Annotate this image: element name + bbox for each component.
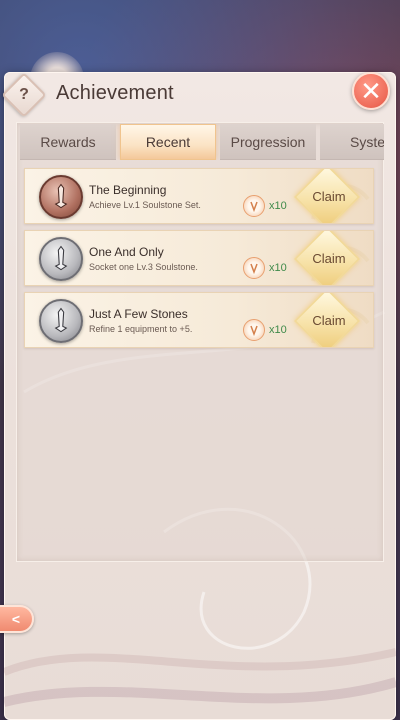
reward-token-icon bbox=[243, 195, 265, 217]
achievement-description: Achieve Lv.1 Soulstone Set. bbox=[89, 200, 201, 210]
achievement-item: One And Only Socket one Lv.3 Soulstone. … bbox=[24, 230, 374, 286]
reward-quantity: x10 bbox=[269, 324, 287, 336]
achievement-title: One And Only bbox=[89, 245, 164, 259]
close-button[interactable]: ✕ bbox=[352, 72, 390, 110]
achievement-title: Just A Few Stones bbox=[89, 307, 188, 321]
achievement-description: Socket one Lv.3 Soulstone. bbox=[89, 262, 198, 272]
back-arrow-icon: < bbox=[11, 611, 21, 627]
page-title: Achievement bbox=[56, 82, 174, 104]
tab-bar: Rewards Recent Progression System bbox=[20, 124, 384, 160]
sword-medal-icon bbox=[39, 237, 83, 281]
tab-progression[interactable]: Progression bbox=[220, 124, 316, 160]
achievement-description: Refine 1 equipment to +5. bbox=[89, 324, 193, 334]
achievement-list: The Beginning Achieve Lv.1 Soulstone Set… bbox=[24, 168, 374, 354]
reward-quantity: x10 bbox=[269, 262, 287, 274]
tab-system[interactable]: System bbox=[320, 124, 384, 160]
sword-medal-icon bbox=[39, 175, 83, 219]
help-icon: ? bbox=[19, 86, 29, 103]
reward-token-icon bbox=[243, 257, 265, 279]
tab-rewards[interactable]: Rewards bbox=[20, 124, 116, 160]
reward-quantity: x10 bbox=[269, 200, 287, 212]
achievement-item: The Beginning Achieve Lv.1 Soulstone Set… bbox=[24, 168, 374, 224]
achievement-title: The Beginning bbox=[89, 183, 167, 197]
achievement-item: Just A Few Stones Refine 1 equipment to … bbox=[24, 292, 374, 348]
close-icon: ✕ bbox=[360, 76, 382, 106]
sword-medal-icon bbox=[39, 299, 83, 343]
reward-token-icon bbox=[243, 319, 265, 341]
tab-recent[interactable]: Recent bbox=[120, 124, 216, 160]
back-button[interactable]: < bbox=[0, 605, 34, 633]
